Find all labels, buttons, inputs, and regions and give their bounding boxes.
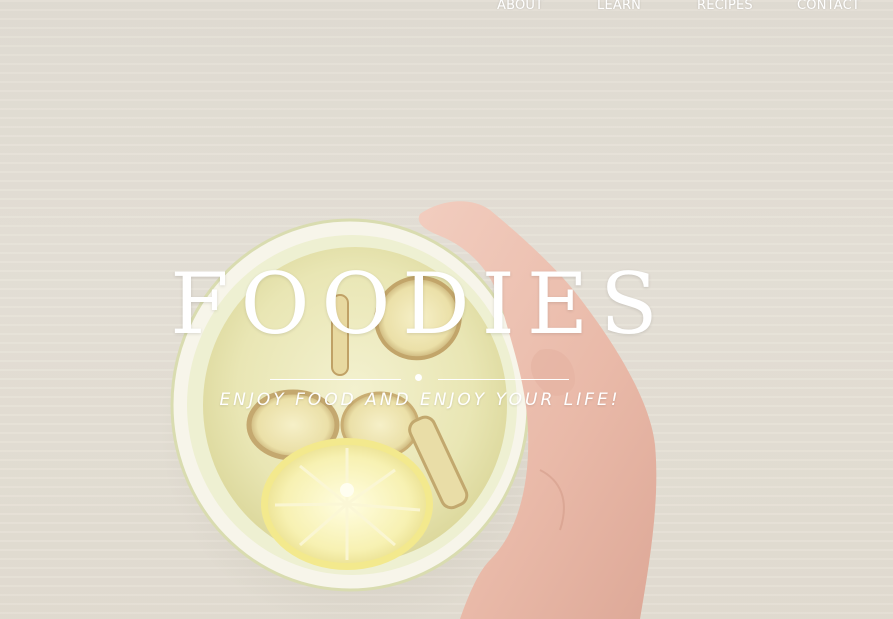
divider-line-right <box>438 379 569 380</box>
nav-recipes-link[interactable]: RECIPES <box>697 0 753 13</box>
hero-title: FOODIES <box>170 255 670 353</box>
nav-contact-link[interactable]: CONTACT <box>797 0 860 13</box>
divider-line-left <box>270 379 401 380</box>
hero-divider <box>270 374 570 382</box>
top-nav: ABOUT LEARN RECIPES CONTACT <box>0 0 893 24</box>
nav-about-link[interactable]: ABOUT <box>497 0 543 13</box>
nav-learn-link[interactable]: LEARN <box>597 0 641 13</box>
divider-dot <box>415 374 422 381</box>
lemon-slice <box>261 438 433 570</box>
hero-tagline: ENJOY FOOD AND ENJOY YOUR LIFE! <box>219 390 621 410</box>
